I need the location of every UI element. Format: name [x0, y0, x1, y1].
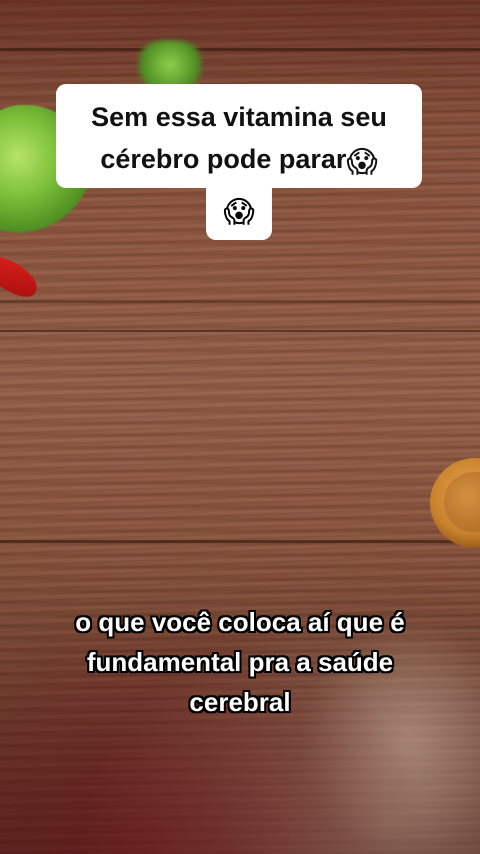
- plank-seam: [0, 540, 480, 543]
- chili-pepper-image: [0, 249, 44, 303]
- spoken-subtitle: o que você coloca aí que é fundamental p…: [40, 602, 440, 722]
- top-caption: Sem essa vitamina seu cérebro pode parar…: [56, 84, 422, 240]
- caption-box-tail: 😱: [206, 186, 272, 240]
- lettuce-leaf-image: [130, 40, 210, 90]
- caption-box: Sem essa vitamina seu cérebro pode parar…: [56, 84, 422, 188]
- plank-seam: [0, 330, 480, 332]
- subtitle-line-1: o que você coloca aí que é: [75, 607, 405, 637]
- caption-line-1: Sem essa vitamina seu: [91, 102, 387, 132]
- screaming-face-emoji-icon: 😱: [346, 146, 378, 179]
- caption-line-2: cérebro pode parar: [100, 144, 347, 174]
- subtitle-line-3: cerebral: [189, 687, 291, 717]
- plank-seam: [0, 300, 480, 303]
- screaming-face-emoji-icon: 😱: [223, 196, 255, 229]
- video-frame[interactable]: Sem essa vitamina seu cérebro pode parar…: [0, 0, 480, 854]
- wooden-spoon-image: [430, 458, 480, 548]
- subtitle-line-2: fundamental pra a saúde: [86, 647, 394, 677]
- plank-seam: [0, 48, 480, 51]
